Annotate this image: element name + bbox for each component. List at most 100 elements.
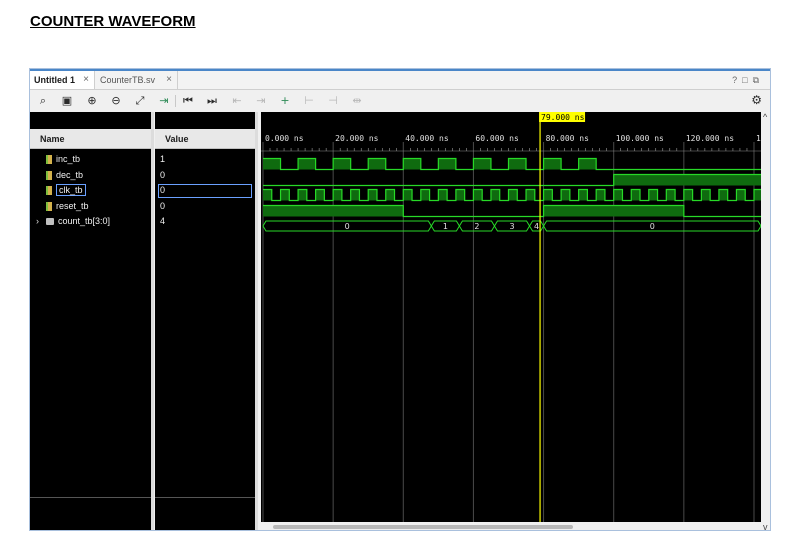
save-icon[interactable]: ▣	[59, 93, 75, 109]
clk-tb-wave-high-fill	[648, 189, 658, 201]
clk-tb-wave-high-fill	[455, 189, 465, 201]
search-icon[interactable]: ⌕	[35, 93, 51, 109]
swap-cursors-icon[interactable]: ⇹	[349, 93, 365, 109]
go-to-cursor-icon[interactable]: ⇥	[156, 93, 172, 109]
clk-tb-wave-high-fill	[420, 189, 430, 201]
tick-label: 0.000 ns	[265, 134, 304, 143]
names-footer	[30, 497, 151, 530]
waveform-window: Untitled 1 × CounterTB.sv × ?□⧉ ⌕ ▣ ⊕ ⊖ …	[29, 68, 771, 531]
go-to-start-icon[interactable]: ⏮	[180, 93, 196, 109]
clk-tb-wave-high-fill	[350, 189, 360, 201]
clk-tb-wave-high-fill	[490, 189, 500, 201]
signal-names-panel: Name inc_tb dec_tb clk_tb reset_tb › cou…	[30, 112, 154, 530]
window-controls: ?□⧉	[732, 71, 764, 89]
reset-tb-wave-high-fill	[263, 205, 404, 217]
scroll-up-icon[interactable]: ^	[763, 112, 767, 122]
clk-tb-wave-high-fill	[596, 189, 605, 201]
values-footer	[155, 497, 255, 530]
selected-value-box	[158, 184, 252, 198]
clk-tb-wave-high-fill	[578, 189, 588, 201]
add-marker-icon[interactable]: +	[277, 93, 293, 109]
clk-tb-wave-high-fill	[561, 189, 570, 201]
clk-tb-wave-high-fill	[438, 189, 448, 201]
signal-reset-tb[interactable]: reset_tb	[46, 199, 89, 214]
tab-label: Untitled 1	[34, 75, 76, 85]
signal-bit-icon	[46, 186, 52, 196]
value-clk-tb: 0	[160, 185, 166, 195]
clk-tb-wave-high-fill	[508, 189, 518, 201]
settings-icon[interactable]: ⚙	[751, 93, 762, 107]
clk-tb-wave-high-fill	[753, 189, 761, 201]
clk-tb-wave-high-fill	[613, 189, 623, 201]
count-tb-value: 0	[345, 222, 350, 231]
zoom-fit-icon[interactable]: ⤢	[132, 93, 148, 109]
clk-tb-wave-high-fill	[543, 189, 553, 201]
previous-transition-icon[interactable]: ⇤	[229, 93, 245, 109]
clk-tb-wave-high-fill	[403, 189, 413, 201]
count-tb-value: 0	[650, 222, 655, 231]
value-inc-tb: 1	[160, 154, 166, 164]
reset-tb-wave-high-fill	[543, 205, 684, 217]
count-tb-value: 2	[474, 222, 479, 231]
value-dec-tb: 0	[160, 170, 166, 180]
inc-tb-wave-high-fill	[473, 158, 491, 170]
dec-tb-wave-high-fill	[613, 174, 761, 186]
count-tb-value: 4	[534, 222, 539, 231]
value-reset-tb: 0	[160, 201, 166, 211]
signal-clk-tb[interactable]: clk_tb	[46, 183, 86, 198]
count-tb-value: 3	[509, 222, 514, 231]
scroll-down-icon[interactable]: v	[763, 522, 768, 530]
float-icon[interactable]: ⧉	[753, 75, 764, 85]
page-title: COUNTER WAVEFORM	[30, 13, 196, 30]
signal-name: count_tb[3:0]	[58, 216, 111, 226]
clk-tb-wave-high-fill	[683, 189, 693, 201]
signal-dec-tb[interactable]: dec_tb	[46, 168, 83, 183]
scroll-thumb[interactable]	[273, 525, 573, 529]
inc-tb-wave-high-fill	[578, 158, 597, 170]
inc-tb-wave-high-fill	[438, 158, 456, 170]
count-tb-value: 1	[443, 222, 448, 231]
go-to-end-icon[interactable]: ⏭	[204, 93, 220, 109]
clk-tb-wave-high-fill	[666, 189, 676, 201]
close-icon[interactable]: ×	[83, 71, 89, 89]
chevron-right-icon[interactable]: ›	[36, 214, 39, 229]
zoom-in-icon[interactable]: ⊕	[84, 93, 100, 109]
close-icon[interactable]: ×	[166, 71, 172, 89]
zoom-out-icon[interactable]: ⊖	[108, 93, 124, 109]
next-marker-icon[interactable]: ⊣	[325, 93, 341, 109]
waveform-canvas[interactable]: 0.000 ns 20.000 ns 40.000 ns 60.000 ns 80.00…	[261, 112, 761, 522]
tick-label: 20.000 ns	[335, 134, 379, 143]
signal-bit-icon	[46, 202, 52, 212]
clk-tb-wave-high-fill	[718, 189, 728, 201]
clk-tb-wave-high-fill	[280, 189, 290, 201]
waveform-svg: 0.000 ns 20.000 ns 40.000 ns 60.000 ns 80.00…	[261, 112, 761, 522]
signal-count-tb[interactable]: count_tb[3:0]	[46, 214, 110, 229]
tick-label: 60.000 ns	[475, 134, 519, 143]
clk-tb-wave-high-fill	[473, 189, 483, 201]
tick-label: 120.000 ns	[686, 134, 734, 143]
clk-tb-wave-high-fill	[526, 189, 535, 201]
previous-marker-icon[interactable]: ⊢	[301, 93, 317, 109]
signal-bus-icon	[46, 218, 54, 226]
name-column-header: Name	[30, 129, 151, 149]
inc-tb-wave-high-fill	[403, 158, 421, 170]
toolbar-divider	[175, 95, 176, 107]
maximize-icon[interactable]: □	[742, 75, 752, 85]
clk-tb-wave-high-fill	[701, 189, 711, 201]
signal-bit-icon	[46, 155, 52, 165]
signal-inc-tb[interactable]: inc_tb	[46, 152, 80, 167]
help-icon[interactable]: ?	[732, 75, 742, 85]
next-transition-icon[interactable]: ⇥	[253, 93, 269, 109]
clk-tb-wave-high-fill	[263, 189, 272, 201]
value-column-header: Value	[155, 129, 255, 149]
tab-countertb-sv[interactable]: CounterTB.sv ×	[96, 71, 178, 89]
signal-name: dec_tb	[56, 170, 84, 180]
clk-tb-wave-high-fill	[631, 189, 641, 201]
vertical-scrollbar[interactable]: ^ v	[761, 112, 770, 530]
clk-tb-wave-high-fill	[298, 189, 307, 201]
horizontal-scrollbar[interactable]	[261, 522, 761, 530]
tab-untitled-1[interactable]: Untitled 1 ×	[30, 71, 95, 89]
clk-tb-wave-high-fill	[368, 189, 377, 201]
tick-label: 80.000 ns	[546, 134, 590, 143]
inc-tb-wave-high-fill	[263, 158, 281, 170]
